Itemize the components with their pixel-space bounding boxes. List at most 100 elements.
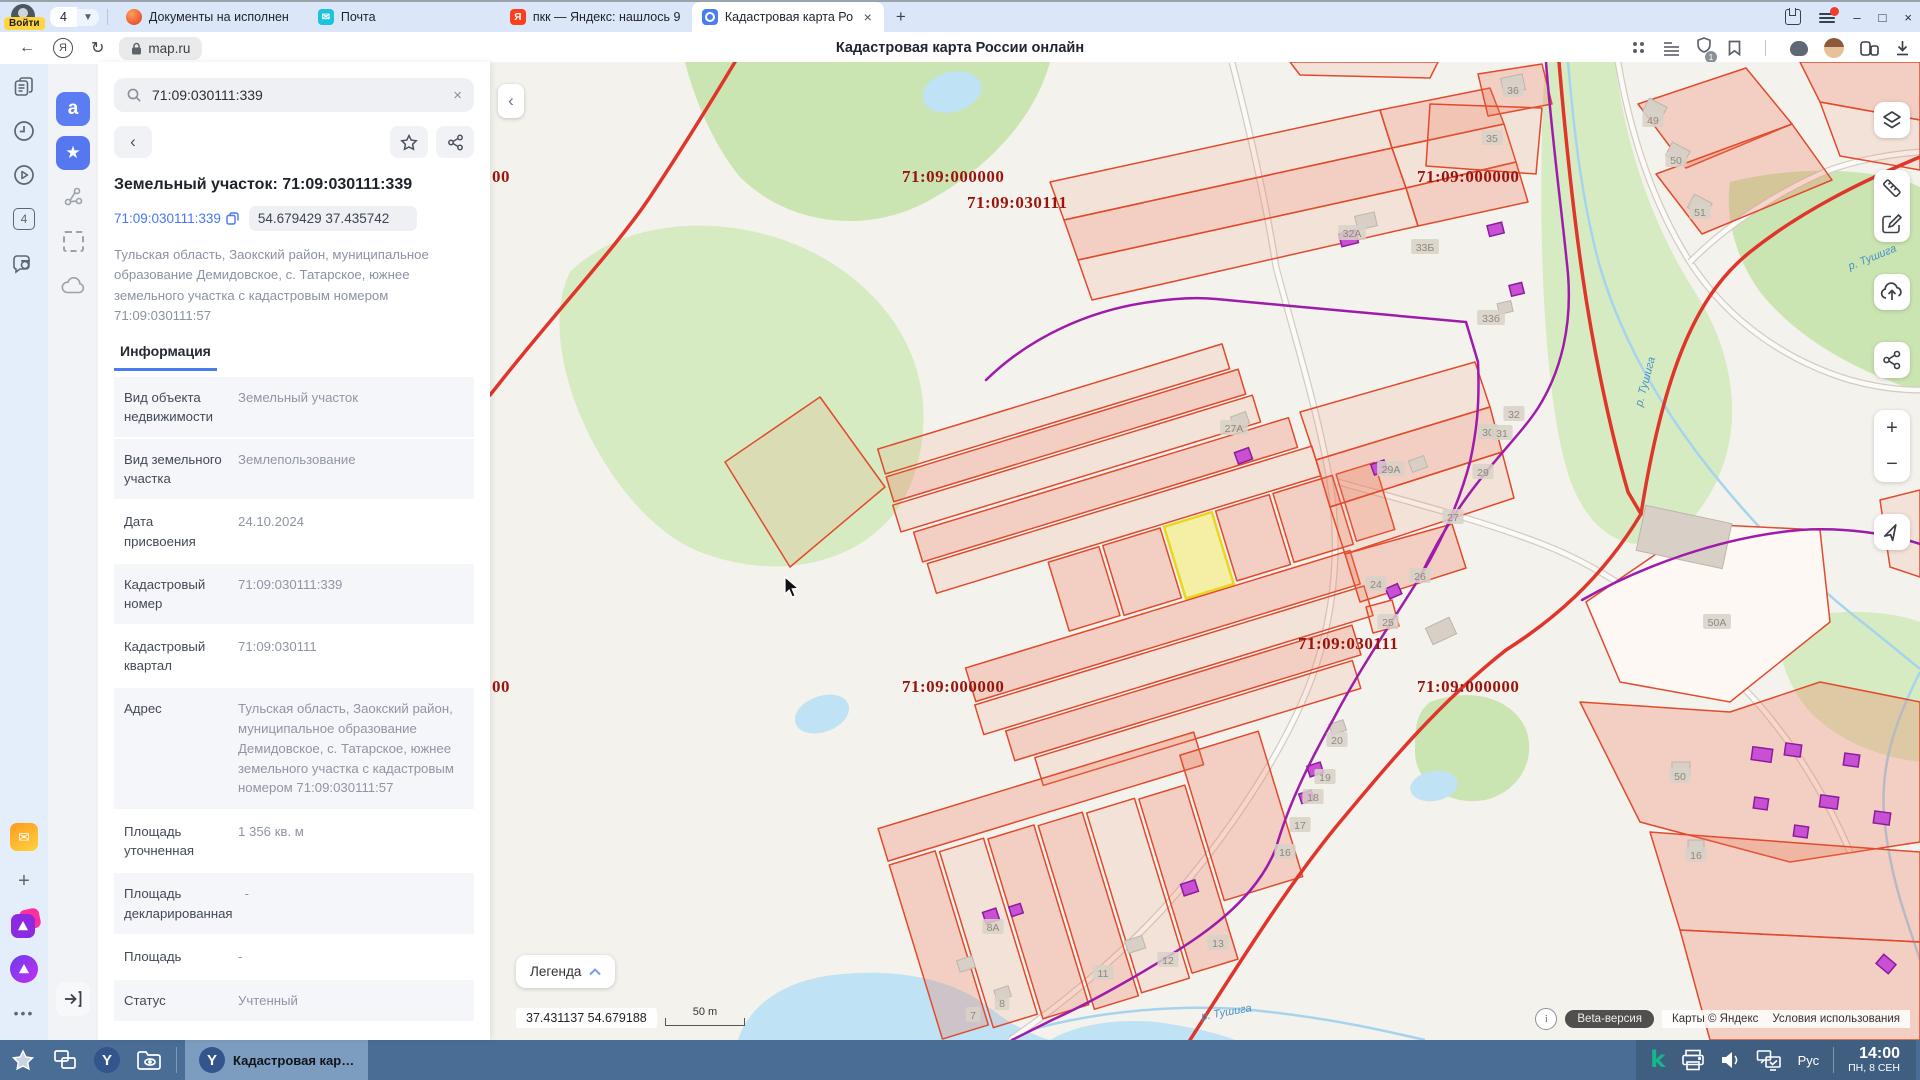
ruler-button[interactable] [1874,170,1910,206]
tab-list-chevron-icon[interactable]: ▼ [77,9,99,26]
zoom-out-button[interactable]: − [1874,446,1910,482]
tab-counter[interactable]: 4 [50,7,77,27]
info-row-label: Площадь уточненная [124,822,226,860]
tab-close-icon[interactable]: × [862,9,874,25]
tab-information[interactable]: Информация [114,343,217,371]
reload-icon[interactable]: ↻ [91,38,104,58]
layers-button[interactable] [1874,102,1910,138]
coordinates-chip[interactable]: 54.679429 37.435742 [249,206,417,231]
info-row-value: - [245,884,464,922]
upload-button[interactable] [1874,274,1910,310]
video-play-icon[interactable] [7,158,41,192]
copy-icon[interactable] [395,212,408,225]
volume-icon[interactable] [1712,1040,1750,1080]
info-row-value: Тульская область, Заокский район, муници… [238,699,464,798]
info-row-value: - [238,947,464,967]
copy-icon[interactable] [226,212,239,225]
svg-text:7: 7 [970,1010,976,1022]
info-table: Вид объекта недвижимостиЗемельный участо… [114,377,474,1022]
map-app-logo[interactable]: a [56,92,90,126]
menu-icon[interactable] [1819,11,1835,23]
svg-text:31: 31 [1496,428,1508,440]
extensions-grid-icon[interactable] [1631,40,1647,56]
svg-text:19: 19 [1319,772,1331,784]
browser-chrome: Войти 4 ▼ Документы на исполнен✉ПочтаЯпк… [0,0,1920,62]
favorites-star-button[interactable]: ★ [56,136,90,170]
bookmark-flag-icon[interactable] [1728,40,1741,56]
clear-search-icon[interactable]: × [453,87,462,104]
cadastral-map[interactable]: р. Тушигар. Тушигар. Тушига 363549505132… [490,62,1920,1040]
edit-button[interactable] [1874,206,1910,242]
share-nodes-icon[interactable] [56,180,90,214]
window-maximize-button[interactable]: □ [1879,10,1887,25]
devices-sync-icon[interactable] [1750,1040,1788,1080]
new-tab-button[interactable]: + [884,7,918,27]
alice-icon[interactable] [1790,41,1808,56]
kaspersky-icon[interactable]: k [1642,1047,1673,1073]
taskbar-yandex-browser-icon[interactable]: Y [88,1040,126,1080]
profile-avatar[interactable]: Войти [6,3,40,31]
collapse-sidebar-icon[interactable] [56,982,90,1016]
taskbar-windows-icon[interactable] [46,1040,84,1080]
yandex-search-icon[interactable]: Я [53,38,73,58]
divider [1833,1047,1834,1073]
svg-text:13: 13 [1212,938,1224,950]
svg-text:20: 20 [1331,735,1343,747]
info-row-label: Статус [124,991,226,1011]
browser-tab[interactable]: Кадастровая карта Ро × [692,2,884,32]
alice-app-icon[interactable] [7,952,41,986]
search-input[interactable] [150,86,445,104]
collapse-panel-button[interactable]: ‹ [498,84,524,118]
browser-toolbar: ← Я ↻ map.ru Кадастровая карта России он… [0,32,1920,64]
info-row: Площадь уточненная1 356 кв. м [114,811,474,871]
terms-link[interactable]: Условия использования [1772,1013,1900,1025]
clock[interactable]: 14:00 ПН, 8 СЕН [1838,1045,1910,1074]
add-shortcut-icon[interactable]: + [7,864,41,898]
printer-icon[interactable] [1674,1040,1712,1080]
history-clock-icon[interactable] [7,114,41,148]
map-canvas[interactable]: р. Тушигар. Тушигар. Тушига 363549505132… [490,62,1920,1040]
legend-button[interactable]: Легенда [516,955,615,988]
user-avatar[interactable] [1824,38,1844,58]
taskbar-start-icon[interactable] [4,1040,42,1080]
divider [1765,40,1766,56]
panels-copy-icon[interactable] [7,70,41,104]
cloud-icon[interactable] [56,268,90,302]
yandex-start-icon[interactable] [7,908,41,942]
info-icon[interactable]: i [1535,1008,1557,1030]
tab-title: Кадастровая карта Ро [725,10,855,24]
favorite-star-button[interactable] [390,126,428,158]
active-task[interactable]: Y Кадастровая кар… [185,1040,368,1080]
tab-groups-icon[interactable]: 4 [7,202,41,236]
reader-mode-icon[interactable] [1663,41,1680,56]
screenshot-icon[interactable] [7,246,41,280]
cadastral-number-link[interactable]: 71:09:030111:339 [114,211,239,226]
side-panel-icon[interactable] [1785,9,1801,25]
locate-button[interactable] [1874,514,1910,550]
zoom-in-button[interactable]: + [1874,410,1910,446]
yandex-mail-icon[interactable]: ✉ [7,820,41,854]
language-indicator[interactable]: Рус [1788,1053,1830,1068]
tabs-sync-icon[interactable] [1860,41,1879,56]
browser-tab[interactable]: Япкк — Яндекс: нашлось 9 [500,2,692,32]
back-button[interactable]: ‹ [114,126,152,158]
svg-text:16: 16 [1690,850,1702,862]
share-map-button[interactable] [1874,342,1910,378]
downloads-icon[interactable] [1895,40,1910,56]
mail-favicon: ✉ [318,9,334,25]
share-button[interactable] [436,126,474,158]
browser-tab[interactable]: Документы на исполнен [116,2,308,32]
search-bar[interactable]: × [114,78,474,112]
protect-shield-icon[interactable]: 1 [1696,37,1712,59]
back-icon[interactable]: ← [19,39,35,57]
browser-tab[interactable]: ✉Почта [308,2,500,32]
taskbar-file-manager-icon[interactable] [130,1040,168,1080]
login-badge[interactable]: Войти [4,17,45,30]
more-options-icon[interactable]: ••• [7,996,41,1030]
info-row-label: Кадастровый номер [124,575,226,613]
area-select-icon[interactable] [56,224,90,258]
window-minimize-button[interactable]: – [1853,10,1860,25]
window-close-button[interactable]: × [1904,10,1912,25]
address-bar[interactable]: map.ru [119,37,202,60]
info-row-label: Вид зем​ельного участка [124,450,226,488]
